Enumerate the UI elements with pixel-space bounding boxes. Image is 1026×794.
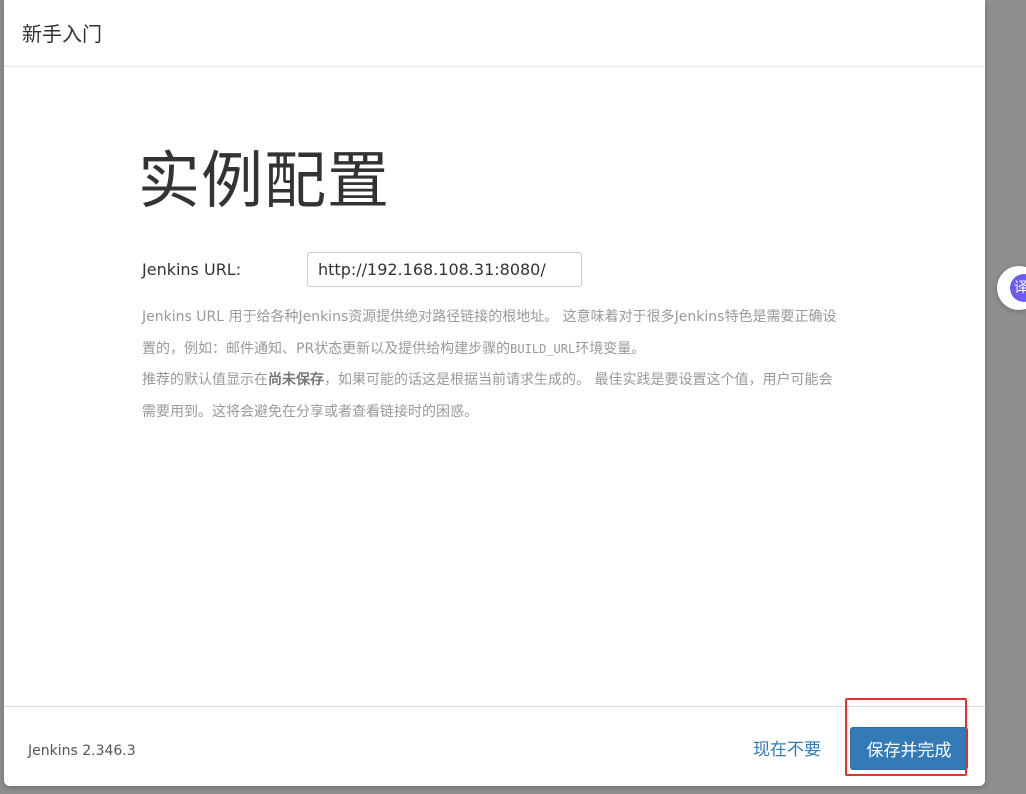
jenkins-version: Jenkins 2.346.3 — [28, 743, 136, 759]
help-line-1-end: 环境变量。 — [575, 340, 646, 357]
jenkins-url-label: Jenkins URL: — [142, 260, 242, 279]
help-paragraph-2: 推荐的默认值显示在尚未保存，如果可能的话这是根据当前请求生成的。 最佳实践是要设… — [142, 365, 842, 428]
help-line-1: Jenkins URL 用于给各种Jenkins资源提供绝对路径链接的根地址。 … — [142, 309, 837, 357]
skip-button[interactable]: 现在不要 — [749, 735, 825, 765]
dialog-header: 新手入门 — [4, 0, 985, 67]
translate-icon: 译 — [1010, 274, 1026, 302]
build-url-code: BUILD_URL — [510, 341, 576, 356]
dialog-title: 新手入门 — [22, 22, 102, 46]
dialog-footer: Jenkins 2.346.3 现在不要 保存并完成 — [4, 706, 985, 786]
translate-widget[interactable]: 译 — [997, 266, 1026, 310]
help-text: Jenkins URL 用于给各种Jenkins资源提供绝对路径链接的根地址。 … — [142, 302, 842, 428]
help-paragraph-1: Jenkins URL 用于给各种Jenkins资源提供绝对路径链接的根地址。 … — [142, 302, 842, 365]
setup-wizard-dialog: 新手入门 实例配置 Jenkins URL: Jenkins URL 用于给各种… — [4, 0, 985, 786]
page-heading: 实例配置 — [138, 144, 391, 217]
jenkins-url-input[interactable] — [307, 252, 582, 287]
save-and-finish-button[interactable]: 保存并完成 — [850, 727, 968, 770]
not-saved-text: 尚未保存 — [268, 372, 324, 388]
help-line-2-start: 推荐的默认值显示在 — [142, 372, 268, 388]
